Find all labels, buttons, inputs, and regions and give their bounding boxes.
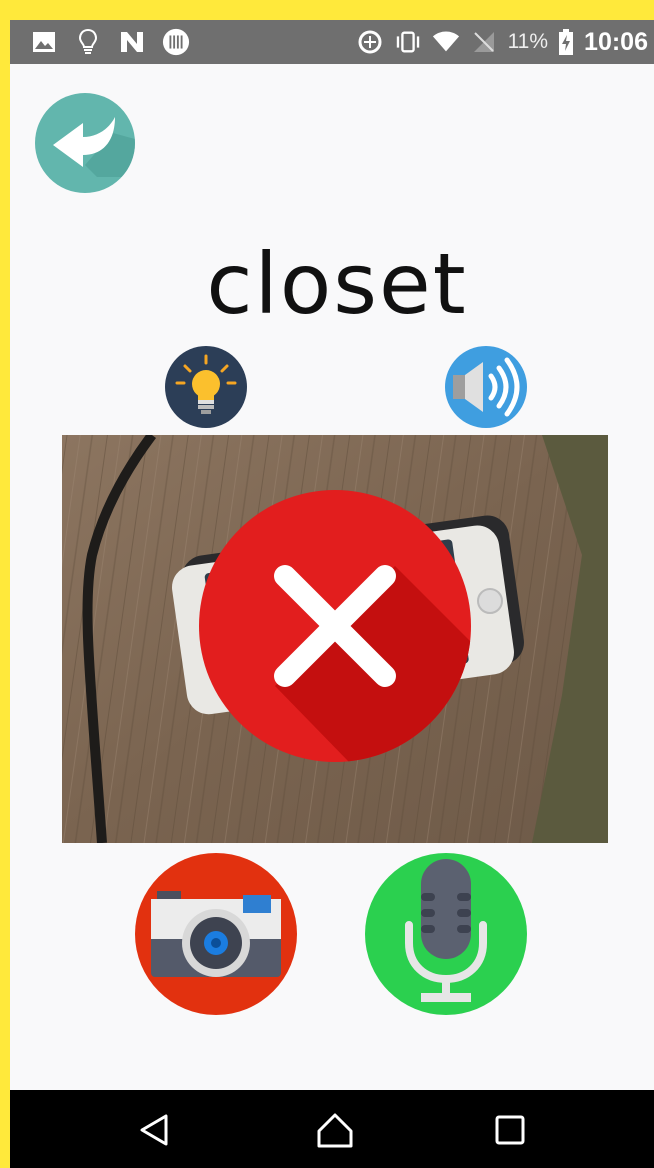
close-icon (274, 565, 471, 762)
back-button[interactable] (35, 93, 135, 193)
word-title: closet (206, 235, 468, 333)
data-saver-icon (356, 28, 384, 56)
recents-icon (495, 1115, 525, 1145)
app-screen: 11% 10:06 closet (10, 20, 654, 1168)
nav-recents-button[interactable] (490, 1110, 530, 1150)
camera-icon (151, 891, 281, 977)
vibrate-icon (394, 28, 422, 56)
lightbulb-icon (175, 354, 237, 414)
barcode-icon (162, 28, 190, 56)
n-app-icon (118, 28, 146, 56)
speaker-icon (453, 357, 520, 417)
status-bar: 11% 10:06 (10, 20, 654, 64)
home-icon (317, 1113, 353, 1148)
nav-back-button[interactable] (134, 1110, 174, 1150)
nav-home-button[interactable] (315, 1110, 355, 1150)
battery-charging-icon (558, 28, 574, 56)
wifi-icon (432, 28, 460, 56)
microphone-button[interactable] (365, 853, 527, 1015)
lightbulb-icon (74, 28, 102, 56)
camera-button[interactable] (135, 853, 297, 1015)
play-sound-button[interactable] (445, 346, 527, 428)
image-icon (30, 28, 58, 56)
incorrect-result-badge (199, 490, 471, 762)
battery-percent: 11% (507, 30, 549, 53)
status-clock: 10:06 (584, 27, 648, 56)
back-arrow-icon (53, 117, 135, 177)
system-nav-bar (10, 1090, 654, 1168)
microphone-icon (405, 859, 487, 1002)
hint-button[interactable] (165, 346, 247, 428)
back-triangle-icon (140, 1114, 168, 1146)
no-sim-icon (470, 28, 498, 56)
